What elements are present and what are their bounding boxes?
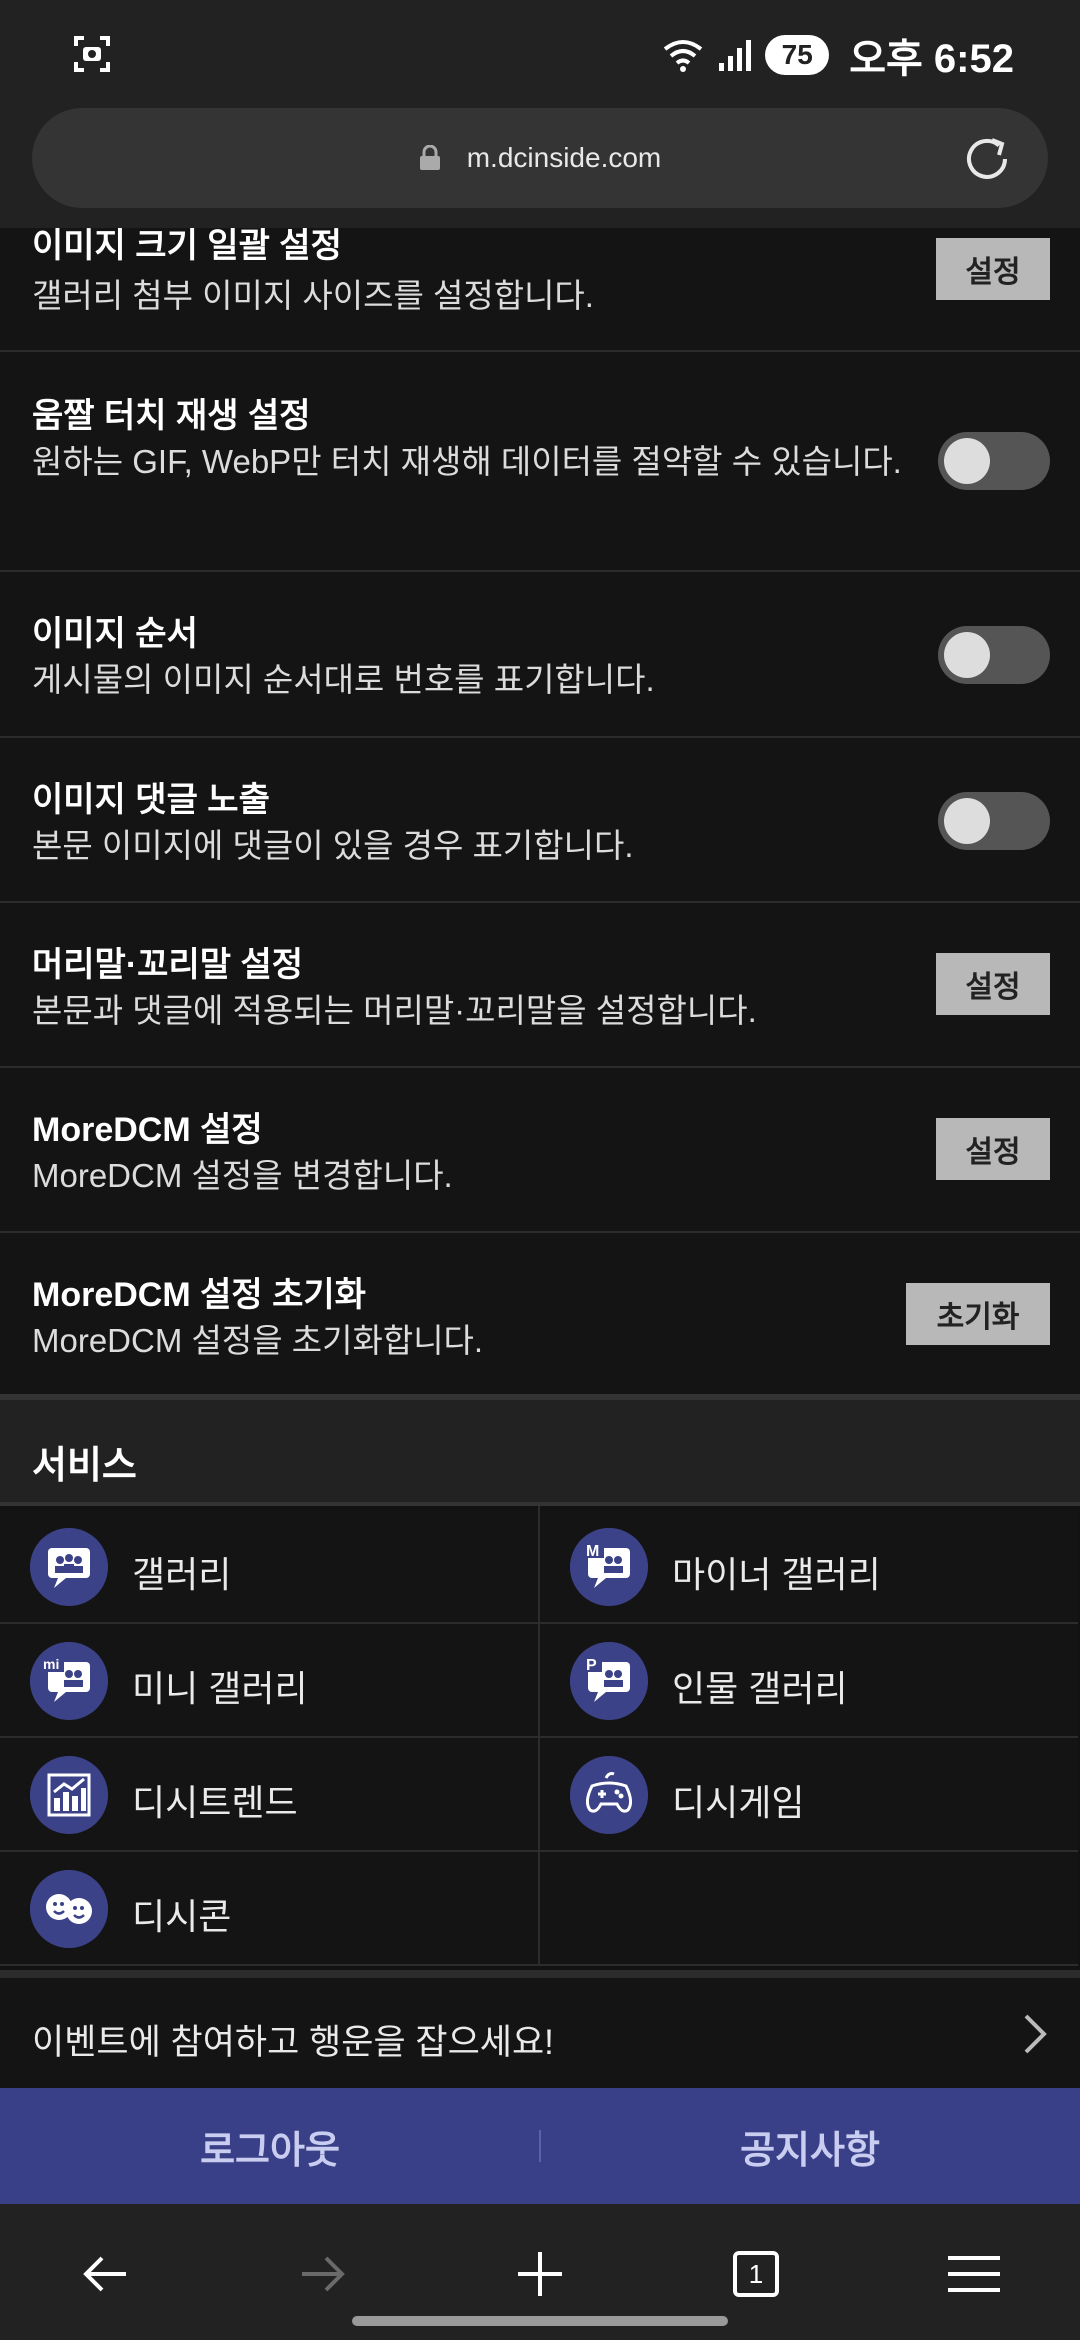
setting-desc: 게시물의 이미지 순서대로 번호를 표기합니다. bbox=[32, 661, 655, 698]
signal-icon bbox=[719, 40, 752, 71]
tab-count-icon: 1 bbox=[733, 2251, 779, 2297]
status-time: 오후 6:52 bbox=[849, 37, 1014, 81]
toggle-knob bbox=[944, 798, 990, 844]
back-arrow-icon[interactable] bbox=[66, 2234, 146, 2314]
setting-row-image-comment: 이미지 댓글 노출 본문 이미지에 댓글이 있을 경우 표기합니다. bbox=[0, 738, 1080, 903]
toggle-knob bbox=[944, 438, 990, 484]
services-title: 서비스 bbox=[32, 1445, 137, 1487]
svg-text:mi: mi bbox=[43, 1656, 59, 1672]
service-label: 인물 갤러리 bbox=[672, 1668, 848, 1709]
dccon-faces-icon bbox=[30, 1870, 108, 1948]
setting-title: MoreDCM 설정 bbox=[32, 1111, 263, 1149]
browser-toolbar: m.dcinside.com bbox=[0, 100, 1080, 228]
setting-desc: 원하는 GIF, WebP만 터치 재생해 데이터를 절약할 수 있습니다. bbox=[32, 443, 902, 480]
setting-row-moredcm-reset: MoreDCM 설정 초기화 MoreDCM 설정을 초기화합니다. 초기화 bbox=[0, 1233, 1080, 1398]
setting-desc: 본문과 댓글에 적용되는 머리말·꼬리말을 설정합니다. bbox=[32, 992, 757, 1029]
logout-button[interactable]: 로그아웃 bbox=[0, 2088, 540, 2204]
service-label: 마이너 갤러리 bbox=[672, 1554, 881, 1595]
service-label: 갤러리 bbox=[132, 1554, 232, 1595]
image-comment-toggle[interactable] bbox=[938, 792, 1050, 850]
bottom-action-bar: 로그아웃 공지사항 bbox=[0, 2088, 1080, 2204]
setting-title: MoreDCM 설정 초기화 bbox=[32, 1276, 366, 1314]
setting-title: 이미지 순서 bbox=[32, 615, 198, 653]
setting-title: 이미지 크기 일괄 설정 bbox=[32, 228, 342, 265]
url-text: m.dcinside.com bbox=[466, 142, 662, 173]
services-column-divider bbox=[538, 1506, 540, 1966]
service-minor-gallery[interactable]: M 마이너 갤러리 bbox=[540, 1510, 1078, 1624]
image-size-set-button[interactable]: 설정 bbox=[936, 238, 1050, 300]
setting-desc: 본문 이미지에 댓글이 있을 경우 표기합니다. bbox=[32, 827, 634, 864]
screen: 75 오후 6:52 m.dcinside.com 이미지 크기 일괄 설정 갤… bbox=[0, 0, 1080, 2340]
home-indicator[interactable] bbox=[352, 2316, 728, 2326]
reload-icon[interactable] bbox=[960, 132, 1014, 186]
setting-row-image-size: 이미지 크기 일괄 설정 갤러리 첨부 이미지 사이즈를 설정합니다. 설정 bbox=[0, 228, 1080, 352]
lock-icon bbox=[419, 145, 440, 170]
wifi-icon bbox=[663, 40, 703, 72]
screenshot-capture-icon bbox=[74, 36, 110, 72]
trend-chart-icon bbox=[30, 1756, 108, 1834]
status-icons: 75 오후 6:52 bbox=[661, 28, 1014, 82]
chevron-right-icon bbox=[1024, 2014, 1047, 2054]
service-label: 디시콘 bbox=[132, 1896, 232, 1937]
setting-desc: 갤러리 첨부 이미지 사이즈를 설정합니다. bbox=[32, 277, 594, 314]
tabs-button[interactable]: 1 bbox=[716, 2234, 796, 2314]
service-label: 디시트렌드 bbox=[132, 1782, 298, 1823]
setting-row-header-footer: 머리말·꼬리말 설정 본문과 댓글에 적용되는 머리말·꼬리말을 설정합니다. … bbox=[0, 903, 1080, 1068]
setting-row-gif-touch: 움짤 터치 재생 설정 원하는 GIF, WebP만 터치 재생해 데이터를 절… bbox=[0, 352, 1080, 572]
gamepad-icon bbox=[570, 1756, 648, 1834]
service-dccon[interactable]: 디시콘 bbox=[0, 1852, 538, 1966]
svg-text:M: M bbox=[586, 1543, 599, 1560]
setting-title: 움짤 터치 재생 설정 bbox=[32, 397, 311, 435]
tab-count: 1 bbox=[748, 2258, 764, 2289]
setting-title: 이미지 댓글 노출 bbox=[32, 781, 270, 819]
mini-gallery-icon: mi bbox=[30, 1642, 108, 1720]
setting-row-moredcm: MoreDCM 설정 MoreDCM 설정을 변경합니다. 설정 bbox=[0, 1068, 1080, 1233]
services-header: 서비스 bbox=[0, 1394, 1080, 1506]
service-dctrend[interactable]: 디시트렌드 bbox=[0, 1738, 538, 1852]
service-dcgame[interactable]: 디시게임 bbox=[540, 1738, 1078, 1852]
menu-hamburger-icon[interactable] bbox=[934, 2234, 1014, 2314]
settings-list: 이미지 크기 일괄 설정 갤러리 첨부 이미지 사이즈를 설정합니다. 설정 움… bbox=[0, 228, 1080, 1398]
battery-badge: 75 bbox=[765, 35, 830, 75]
setting-desc: MoreDCM 설정을 변경합니다. bbox=[32, 1157, 453, 1194]
service-label: 미니 갤러리 bbox=[132, 1668, 308, 1709]
setting-desc: MoreDCM 설정을 초기화합니다. bbox=[32, 1322, 484, 1359]
toggle-knob bbox=[944, 632, 990, 678]
minor-gallery-icon: M bbox=[570, 1528, 648, 1606]
address-bar[interactable]: m.dcinside.com bbox=[32, 108, 1048, 208]
moredcm-reset-button[interactable]: 초기화 bbox=[906, 1283, 1050, 1345]
setting-title: 머리말·꼬리말 설정 bbox=[32, 946, 304, 984]
new-tab-plus-icon[interactable] bbox=[500, 2234, 580, 2314]
setting-row-image-order: 이미지 순서 게시물의 이미지 순서대로 번호를 표기합니다. bbox=[0, 572, 1080, 738]
svg-text:P: P bbox=[586, 1657, 597, 1674]
status-bar: 75 오후 6:52 bbox=[0, 0, 1080, 100]
service-empty-cell bbox=[540, 1852, 1078, 1966]
moredcm-set-button[interactable]: 설정 bbox=[936, 1118, 1050, 1180]
person-gallery-icon: P bbox=[570, 1642, 648, 1720]
event-banner-text: 이벤트에 참여하고 행운을 잡으세요! bbox=[32, 2023, 554, 2062]
event-banner[interactable]: 이벤트에 참여하고 행운을 잡으세요! bbox=[0, 1970, 1080, 2088]
service-mini-gallery[interactable]: mi 미니 갤러리 bbox=[0, 1624, 538, 1738]
service-person-gallery[interactable]: P 인물 갤러리 bbox=[540, 1624, 1078, 1738]
gif-touch-toggle[interactable] bbox=[938, 432, 1050, 490]
image-order-toggle[interactable] bbox=[938, 626, 1050, 684]
gallery-icon bbox=[30, 1528, 108, 1606]
forward-arrow-icon[interactable] bbox=[282, 2234, 362, 2314]
service-gallery[interactable]: 갤러리 bbox=[0, 1510, 538, 1624]
service-label: 디시게임 bbox=[672, 1782, 805, 1823]
header-footer-set-button[interactable]: 설정 bbox=[936, 953, 1050, 1015]
notice-button[interactable]: 공지사항 bbox=[540, 2088, 1080, 2204]
